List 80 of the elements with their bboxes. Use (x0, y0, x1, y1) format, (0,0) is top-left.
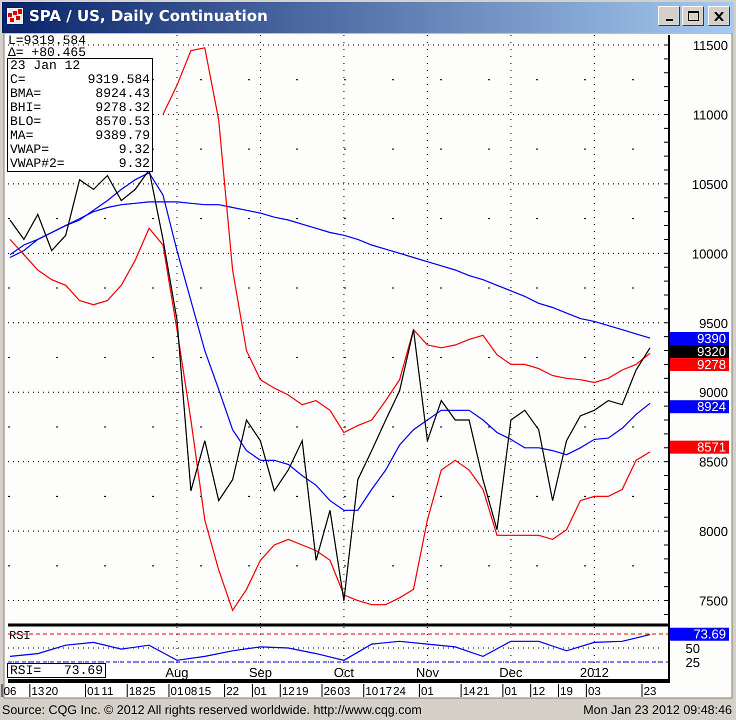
axis-label: 50 (686, 641, 700, 656)
date-label: 01 (504, 686, 518, 698)
date-label: 08 (184, 686, 198, 698)
legend-value: 9.32 (118, 143, 150, 157)
legend-label: MA= (10, 129, 34, 143)
month-label: Nov (416, 665, 439, 680)
legend-date: 23 Jan 12 (10, 59, 82, 73)
maximize-button[interactable] (682, 6, 704, 26)
legend-label: VWAP#2= (10, 157, 65, 171)
date-label: 01 (254, 686, 267, 698)
legend-value: 9389.79 (95, 129, 150, 143)
last-value: L=9319.584 (8, 35, 86, 47)
month-label: Oct (334, 665, 354, 680)
close-icon (714, 12, 724, 20)
minimize-button[interactable] (658, 6, 680, 26)
month-label: Aug (165, 665, 189, 680)
axis-label: 7500 (699, 594, 728, 609)
date-label: 20 (45, 686, 58, 698)
axis-label: 11500 (692, 38, 728, 53)
maximize-icon (688, 11, 698, 21)
value-tag: 8924 (670, 399, 729, 414)
legend-value: 9278.32 (95, 101, 150, 115)
date-label: 11 (101, 686, 114, 698)
month-label: Dec (499, 665, 522, 680)
date-label: 01 (87, 686, 100, 698)
axis-label: 11000 (692, 107, 728, 122)
date-label: 06 (4, 686, 16, 698)
date-label: 12 (282, 686, 295, 698)
month-label: Sep (248, 665, 272, 680)
date-label: 12 (532, 686, 546, 698)
legend-label: BLO= (10, 115, 42, 129)
close-button[interactable] (708, 6, 730, 26)
legend-label: BMA= (10, 87, 42, 101)
date-label: 10 (365, 686, 378, 698)
app-icon (7, 8, 23, 24)
date-label: 15 (198, 686, 212, 698)
date-label: 23 (644, 686, 656, 698)
axis-label: 8000 (699, 524, 728, 540)
date-label: 21 (476, 686, 490, 698)
axis-label: 25 (686, 654, 700, 670)
date-label: 14 (462, 686, 476, 698)
month-label: 2012 (580, 665, 609, 680)
date-label: 17 (379, 686, 392, 698)
legend-label: VWAP= (10, 143, 50, 157)
date-label: 22 (226, 686, 239, 698)
legend-label: BHI= (10, 101, 42, 115)
date-label: 24 (393, 686, 406, 698)
value-tag: 8571 (670, 440, 729, 455)
legend-label: C= (10, 73, 26, 87)
value-tag: 73.69 (670, 626, 729, 642)
change-value: Δ= +80.465 (8, 47, 86, 59)
date-label: 18 (128, 686, 142, 698)
axis-label: 8500 (699, 454, 728, 470)
date-label: 03 (338, 686, 350, 698)
source-text: Source: CQG Inc. © 2012 All rights reserved worldwide. http://www.cqg.com (2, 703, 422, 717)
date-label: 03 (588, 686, 601, 698)
date-label: 01 (421, 686, 434, 698)
date-label: 26 (324, 686, 336, 698)
date-label: 13 (31, 686, 44, 698)
readout-value: 73.69 (64, 664, 103, 677)
value-tag: 9320 (670, 344, 729, 360)
legend-value: 9.32 (118, 157, 150, 171)
axis-label: 10500 (692, 176, 728, 192)
axis-label: 9000 (699, 385, 728, 400)
date-label: 19 (296, 686, 309, 698)
legend-value: 8924.43 (95, 87, 150, 101)
minimize-icon (666, 19, 672, 21)
value-tag: 9278 (670, 357, 729, 372)
value-tag: 9390 (670, 331, 729, 346)
legend-value: 8570.53 (95, 115, 150, 129)
window-title: SPA / US, Daily Continuation (29, 7, 268, 25)
axis-label: 9500 (699, 316, 728, 331)
date-label: 01 (170, 686, 184, 698)
timestamp: Mon Jan 23 2012 09:48:46 (583, 703, 732, 717)
date-label: 25 (142, 686, 156, 698)
source-link[interactable]: http://www.cqg.com (313, 703, 422, 717)
date-label: 19 (560, 686, 573, 698)
legend-value: 9319.584 (88, 73, 150, 87)
readout-label: RSI= (10, 664, 42, 677)
axis-label: 10000 (692, 246, 728, 262)
